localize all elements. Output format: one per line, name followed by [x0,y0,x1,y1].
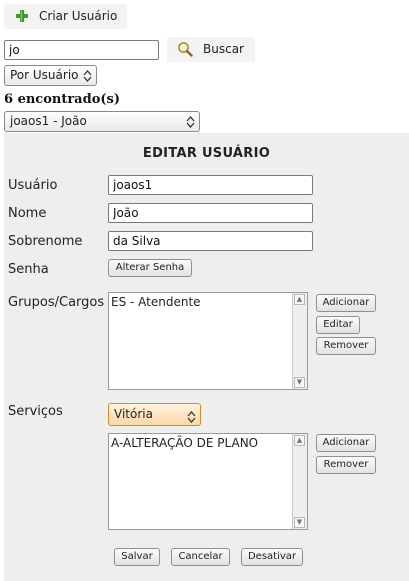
results-select[interactable]: joaos1 - João [4,111,200,132]
deactivate-button[interactable]: Desativar [241,548,303,566]
services-unit-value: Vitória [114,407,153,421]
scroll-down-arrow-icon[interactable]: ▼ [294,377,305,388]
magnifier-icon [177,41,193,57]
change-password-button[interactable]: Alterar Senha [108,259,192,277]
services-label: Serviços [8,404,63,419]
create-user-label: Criar Usuário [39,9,118,23]
groups-remove-button[interactable]: Remover [316,337,376,355]
updown-arrows-icon [187,409,196,423]
updown-arrows-icon [83,69,92,82]
search-input[interactable] [4,40,159,60]
services-list[interactable]: A-ALTERAÇÃO DE PLANO ▲ ▼ [108,433,308,530]
cancel-button[interactable]: Cancelar [171,548,230,566]
services-remove-button[interactable]: Remover [316,456,376,474]
password-label: Senha [8,262,49,277]
scroll-down-arrow-icon[interactable]: ▼ [294,517,305,528]
updown-arrows-icon [186,115,195,128]
username-field[interactable] [108,175,313,195]
services-unit-select[interactable]: Vitória [108,403,201,426]
results-count: 6 encontrado(s) [4,92,120,107]
search-button-label: Buscar [203,42,244,56]
panel-title: EDITAR USUÁRIO [142,146,271,161]
services-add-button[interactable]: Adicionar [316,434,376,452]
groups-list[interactable]: ES - Atendente ▲ ▼ [108,292,308,390]
surname-label: Sobrenome [8,234,83,249]
groups-edit-button[interactable]: Editar [316,316,360,334]
search-filter-value: Por Usuário [10,68,79,82]
groups-label: Grupos/Cargos [8,295,105,310]
search-filter-select[interactable]: Por Usuário [4,65,97,86]
list-item[interactable]: ES - Atendente [111,295,305,309]
groups-add-button[interactable]: Adicionar [316,294,376,312]
scroll-up-arrow-icon[interactable]: ▲ [294,294,305,305]
save-button[interactable]: Salvar [114,548,160,566]
edit-user-panel: EDITAR USUÁRIO Usuário Nome Sobrenome Se… [4,133,409,581]
surname-field[interactable] [108,231,313,251]
scrollbar[interactable]: ▲ ▼ [292,293,307,389]
list-item[interactable]: A-ALTERAÇÃO DE PLANO [111,436,305,450]
name-label: Nome [8,206,47,221]
scrollbar[interactable]: ▲ ▼ [292,434,307,529]
scroll-up-arrow-icon[interactable]: ▲ [294,435,305,446]
name-field[interactable] [108,203,313,223]
create-user-button[interactable]: Criar Usuário [4,4,127,29]
plus-icon [15,9,29,23]
results-selected-value: joaos1 - João [10,114,87,128]
username-label: Usuário [8,178,58,193]
search-button[interactable]: Buscar [167,37,255,62]
